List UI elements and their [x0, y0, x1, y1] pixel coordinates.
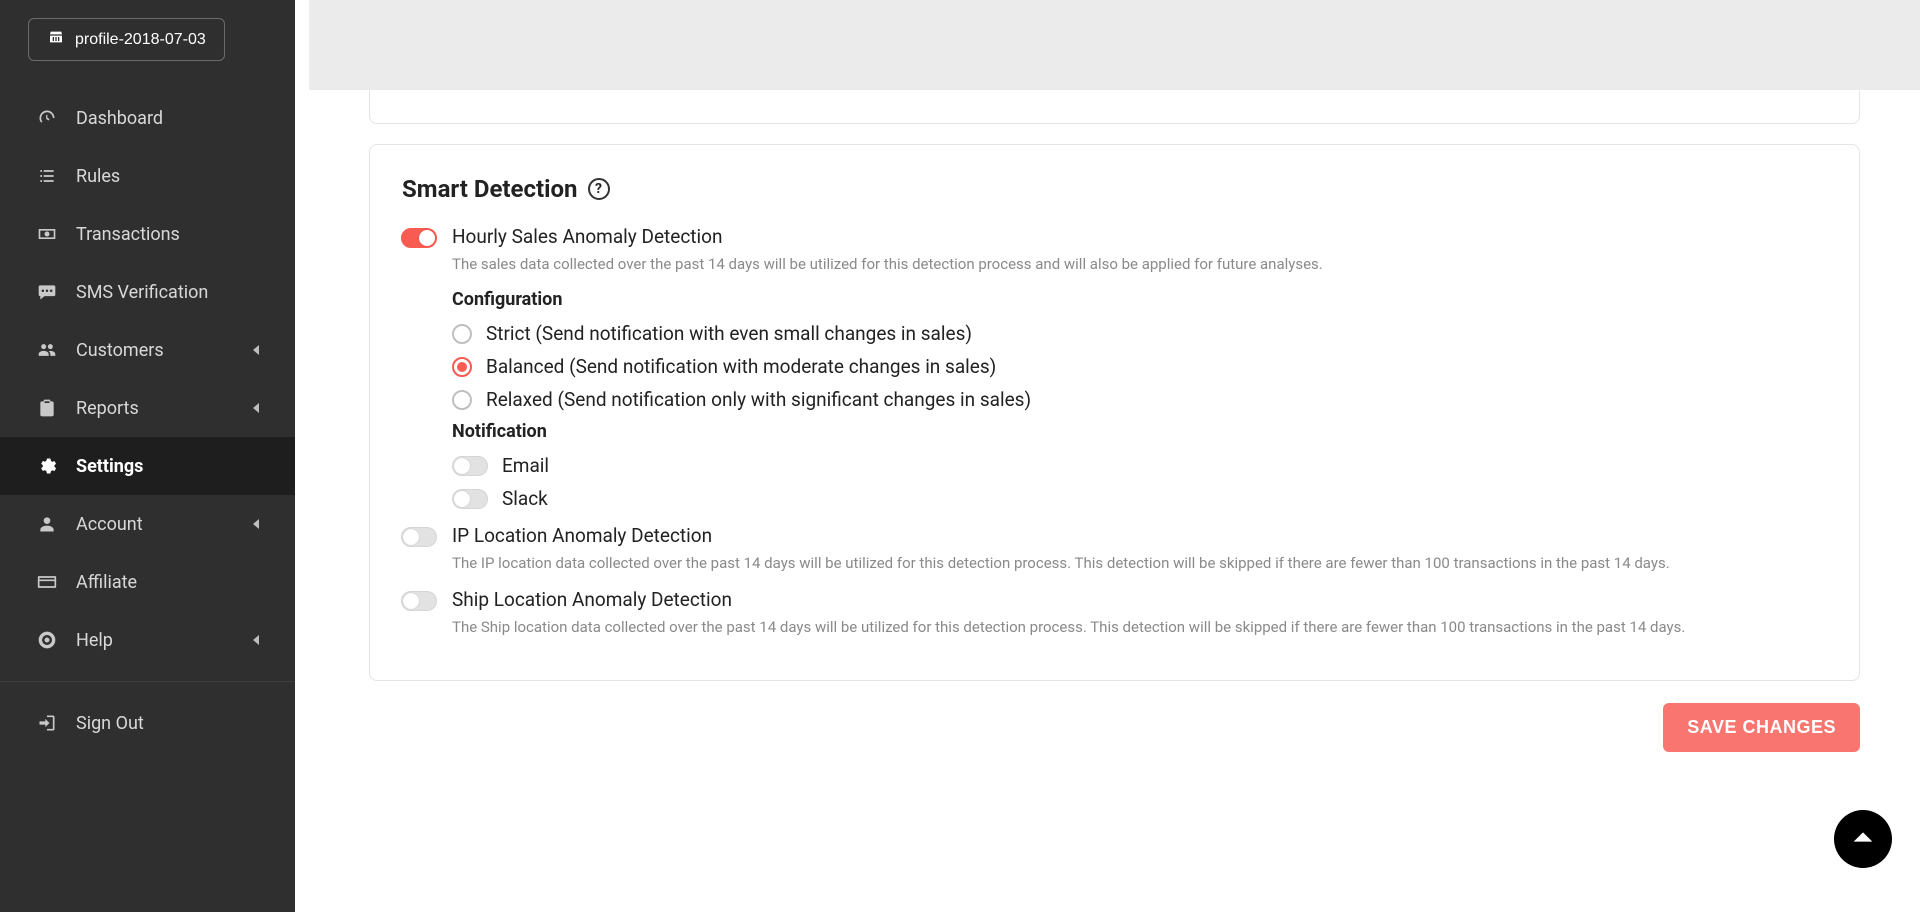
radio-strict-label: Strict (Send notification with even smal… — [486, 322, 972, 345]
sidebar: profile-2018-07-03 Dashboard Rules Transac… — [0, 0, 295, 912]
sidebar-header: profile-2018-07-03 — [0, 0, 295, 81]
caret-left-icon — [253, 345, 259, 355]
sidebar-item-sms[interactable]: SMS Verification — [0, 263, 295, 321]
gauge-icon — [36, 107, 58, 129]
card-title-row: Smart Detection ? — [402, 175, 1827, 203]
notification-email-row: Email — [452, 454, 1827, 477]
config-option-relaxed[interactable]: Relaxed (Send notification only with sig… — [452, 388, 1827, 411]
save-button[interactable]: SAVE CHANGES — [1663, 703, 1860, 752]
sidebar-item-label: Help — [76, 630, 113, 651]
caret-left-icon — [253, 403, 259, 413]
config-option-strict[interactable]: Strict (Send notification with even smal… — [452, 322, 1827, 345]
card-title: Smart Detection — [402, 175, 578, 203]
sidebar-item-label: Dashboard — [76, 108, 163, 129]
sidebar-item-rules[interactable]: Rules — [0, 147, 295, 205]
sidebar-item-label: Affiliate — [76, 572, 137, 593]
option-hourly-row: Hourly Sales Anomaly Detection — [402, 225, 1827, 248]
sidebar-item-label: Reports — [76, 398, 139, 419]
sidebar-bottom-group: Sign Out — [0, 681, 295, 752]
option-ip-row: IP Location Anomaly Detection — [402, 524, 1827, 547]
configuration-heading: Configuration — [452, 289, 1827, 310]
radio-strict[interactable] — [452, 324, 472, 344]
sidebar-item-label: Account — [76, 514, 143, 535]
option-ship-title: Ship Location Anomaly Detection — [452, 588, 732, 611]
signout-icon — [36, 712, 58, 734]
lifebuoy-icon — [36, 629, 58, 651]
radio-balanced[interactable] — [452, 357, 472, 377]
notification-slack-label: Slack — [502, 487, 548, 510]
clipboard-icon — [36, 397, 58, 419]
store-icon — [47, 29, 65, 50]
scroll-to-top-button[interactable] — [1834, 810, 1892, 868]
option-hourly-desc: The sales data collected over the past 1… — [452, 254, 1827, 275]
person-icon — [36, 513, 58, 535]
notification-heading: Notification — [452, 421, 1827, 442]
option-ship-row: Ship Location Anomaly Detection — [402, 588, 1827, 611]
sidebar-item-label: SMS Verification — [76, 282, 208, 303]
profile-selector-button[interactable]: profile-2018-07-03 — [28, 18, 225, 61]
sidebar-item-settings[interactable]: Settings — [0, 437, 295, 495]
content: Smart Detection ? Hourly Sales Anomaly D… — [309, 90, 1920, 792]
sidebar-item-label: Sign Out — [76, 713, 144, 734]
money-icon — [36, 223, 58, 245]
save-row: SAVE CHANGES — [369, 703, 1860, 752]
radio-relaxed-label: Relaxed (Send notification only with sig… — [486, 388, 1031, 411]
caret-left-icon — [253, 519, 259, 529]
option-ship-desc: The Ship location data collected over th… — [452, 617, 1827, 638]
people-icon — [36, 339, 58, 361]
card-icon — [36, 571, 58, 593]
option-hourly-title: Hourly Sales Anomaly Detection — [452, 225, 722, 248]
sidebar-item-reports[interactable]: Reports — [0, 379, 295, 437]
sidebar-item-account[interactable]: Account — [0, 495, 295, 553]
toggle-hourly-sales[interactable] — [401, 228, 437, 248]
toggle-ip-location[interactable] — [401, 527, 437, 547]
radio-relaxed[interactable] — [452, 390, 472, 410]
sidebar-item-label: Customers — [76, 340, 164, 361]
notification-email-label: Email — [502, 454, 549, 477]
main-area: Smart Detection ? Hourly Sales Anomaly D… — [295, 0, 1920, 912]
sidebar-item-dashboard[interactable]: Dashboard — [0, 89, 295, 147]
hourly-sub-block: Configuration Strict (Send notification … — [434, 289, 1827, 510]
sidebar-item-transactions[interactable]: Transactions — [0, 205, 295, 263]
list-icon — [36, 165, 58, 187]
sidebar-item-label: Settings — [76, 456, 143, 477]
top-bar — [309, 0, 1920, 90]
sidebar-item-label: Rules — [76, 166, 120, 187]
config-option-balanced[interactable]: Balanced (Send notification with moderat… — [452, 355, 1827, 378]
option-ip-desc: The IP location data collected over the … — [452, 553, 1827, 574]
caret-left-icon — [253, 635, 259, 645]
option-ip-title: IP Location Anomaly Detection — [452, 524, 712, 547]
radio-balanced-label: Balanced (Send notification with moderat… — [486, 355, 996, 378]
gears-icon — [36, 455, 58, 477]
sms-icon — [36, 281, 58, 303]
sidebar-item-customers[interactable]: Customers — [0, 321, 295, 379]
app-root: profile-2018-07-03 Dashboard Rules Transac… — [0, 0, 1920, 912]
notification-slack-row: Slack — [452, 487, 1827, 510]
previous-card-bottom — [369, 90, 1860, 124]
sidebar-item-affiliate[interactable]: Affiliate — [0, 553, 295, 611]
sidebar-item-signout[interactable]: Sign Out — [0, 694, 295, 752]
toggle-notif-email[interactable] — [452, 456, 488, 476]
help-icon[interactable]: ? — [588, 178, 610, 200]
toggle-notif-slack[interactable] — [452, 489, 488, 509]
smart-detection-card: Smart Detection ? Hourly Sales Anomaly D… — [369, 144, 1860, 681]
chevron-up-icon — [1849, 823, 1877, 855]
profile-selector-label: profile-2018-07-03 — [75, 31, 206, 49]
sidebar-item-label: Transactions — [76, 224, 180, 245]
toggle-ship-location[interactable] — [401, 591, 437, 611]
sidebar-nav: Dashboard Rules Transactions SMS Verificati… — [0, 81, 295, 669]
sidebar-item-help[interactable]: Help — [0, 611, 295, 669]
